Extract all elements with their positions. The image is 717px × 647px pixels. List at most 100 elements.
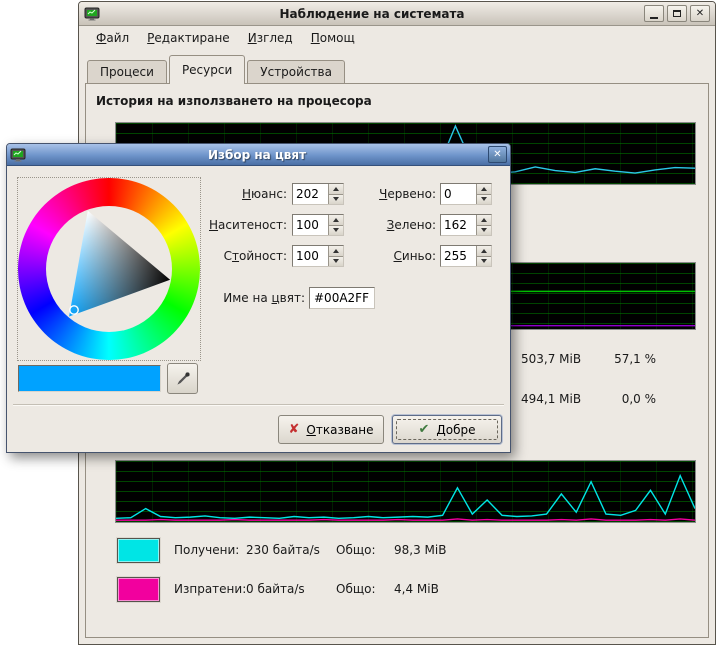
- received-rate: 230 байта/s: [246, 543, 336, 557]
- spin-up-button[interactable]: [329, 184, 343, 195]
- close-window-button[interactable]: ✕: [690, 5, 710, 22]
- network-sent-row: Изпратени: 0 байта/s Общо: 4,4 MiB: [117, 576, 439, 602]
- blue-input[interactable]: [441, 246, 476, 266]
- value-input[interactable]: [293, 246, 328, 266]
- eyedropper-icon: [175, 371, 191, 387]
- saturation-input[interactable]: [293, 215, 328, 235]
- green-spin-arrows: [476, 215, 491, 235]
- red-label: Червено:: [359, 183, 436, 205]
- up-arrow-icon: [481, 249, 487, 253]
- spin-up-button[interactable]: [477, 246, 491, 257]
- sent-rate: 0 байта/s: [246, 582, 336, 596]
- system-monitor-icon: [10, 147, 26, 163]
- sent-total: 4,4 MiB: [394, 582, 439, 596]
- up-arrow-icon: [333, 249, 339, 253]
- color-name-input[interactable]: [309, 287, 375, 309]
- dialog-close-button[interactable]: ✕: [488, 146, 507, 163]
- ok-button[interactable]: ✔ Добре: [392, 415, 502, 444]
- spin-up-button[interactable]: [477, 184, 491, 195]
- down-arrow-icon: [333, 259, 339, 263]
- tab-devices[interactable]: Устройства: [247, 60, 345, 83]
- saturation-value-triangle[interactable]: [18, 178, 200, 360]
- memory-amount: 503,7 MiB: [521, 348, 611, 370]
- system-monitor-icon: [84, 6, 100, 22]
- hue-input[interactable]: [293, 184, 328, 204]
- swap-percent: 0,0 %: [604, 388, 656, 410]
- up-arrow-icon: [481, 218, 487, 222]
- ok-icon: ✔: [418, 423, 429, 436]
- green-label: Зелено:: [359, 214, 436, 236]
- cancel-button[interactable]: ✘ Отказване: [278, 415, 384, 444]
- hue-spin-arrows: [328, 184, 343, 204]
- tab-strip: Процеси Ресурси Устройства: [87, 55, 347, 83]
- spin-down-button[interactable]: [477, 195, 491, 205]
- saturation-spinbox[interactable]: [292, 214, 344, 236]
- spin-down-button[interactable]: [477, 226, 491, 236]
- spin-down-button[interactable]: [329, 226, 343, 236]
- spin-up-button[interactable]: [477, 215, 491, 226]
- tab-resources[interactable]: Ресурси: [169, 55, 245, 84]
- red-input[interactable]: [441, 184, 476, 204]
- down-arrow-icon: [481, 197, 487, 201]
- window-title: Наблюдение на системата: [103, 7, 641, 21]
- received-color-swatch[interactable]: [117, 538, 160, 563]
- minimize-button[interactable]: [644, 5, 664, 22]
- menu-file[interactable]: Файл: [87, 28, 138, 48]
- down-arrow-icon: [481, 259, 487, 263]
- cpu-history-heading: История на използването на процесора: [96, 94, 372, 108]
- spin-up-button[interactable]: [329, 215, 343, 226]
- spin-up-button[interactable]: [329, 246, 343, 257]
- main-titlebar[interactable]: Наблюдение на системата ✕: [79, 2, 715, 26]
- spin-down-button[interactable]: [477, 257, 491, 267]
- red-spinbox[interactable]: [440, 183, 492, 205]
- received-total: 98,3 MiB: [394, 543, 446, 557]
- up-arrow-icon: [333, 218, 339, 222]
- received-total-label: Общо:: [336, 543, 394, 557]
- color-preview-swatch: [18, 365, 161, 392]
- sent-label: Изпратени:: [174, 582, 246, 596]
- maximize-button[interactable]: [667, 5, 687, 22]
- spin-down-button[interactable]: [329, 195, 343, 205]
- maximize-icon: [673, 10, 681, 17]
- cancel-icon: ✘: [289, 423, 300, 436]
- hue-spinbox[interactable]: [292, 183, 344, 205]
- red-spin-arrows: [476, 184, 491, 204]
- hue-label: Нюанс:: [157, 183, 287, 205]
- menu-edit[interactable]: Редактиране: [138, 28, 239, 48]
- blue-spinbox[interactable]: [440, 245, 492, 267]
- sent-total-label: Общо:: [336, 582, 394, 596]
- down-arrow-icon: [481, 228, 487, 232]
- up-arrow-icon: [333, 187, 339, 191]
- blue-label: Синьо:: [359, 245, 436, 267]
- network-received-row: Получени: 230 байта/s Общо: 98,3 MiB: [117, 537, 446, 563]
- minimize-icon: [650, 17, 658, 19]
- down-arrow-icon: [333, 197, 339, 201]
- tab-processes[interactable]: Процеси: [87, 60, 167, 83]
- swap-amount: 494,1 MiB: [521, 388, 611, 410]
- value-spinbox[interactable]: [292, 245, 344, 267]
- menu-view[interactable]: Изглед: [239, 28, 302, 48]
- up-arrow-icon: [481, 187, 487, 191]
- green-spinbox[interactable]: [440, 214, 492, 236]
- dialog-titlebar[interactable]: Избор на цвят ✕: [7, 144, 510, 166]
- menubar: Файл Редактиране Изглед Помощ: [79, 26, 715, 49]
- action-area-separator: [13, 404, 504, 406]
- value-label: Стойност:: [157, 245, 287, 267]
- received-label: Получени:: [174, 543, 246, 557]
- ok-label: Добре: [436, 423, 475, 437]
- menu-help[interactable]: Помощ: [302, 28, 364, 48]
- desktop: Наблюдение на системата ✕ Файл Редактира…: [0, 0, 717, 647]
- memory-percent: 57,1 %: [604, 348, 656, 370]
- eyedropper-button[interactable]: [167, 363, 198, 394]
- down-arrow-icon: [333, 228, 339, 232]
- close-icon: ✕: [696, 9, 704, 19]
- saturation-spin-arrows: [328, 215, 343, 235]
- color-name-label: Име на цвят:: [157, 287, 305, 309]
- network-history-graph: [115, 460, 696, 523]
- green-input[interactable]: [441, 215, 476, 235]
- sent-color-swatch[interactable]: [117, 577, 160, 602]
- close-icon: ✕: [493, 149, 501, 160]
- dialog-title: Избор на цвят: [29, 148, 485, 162]
- blue-spin-arrows: [476, 246, 491, 266]
- spin-down-button[interactable]: [329, 257, 343, 267]
